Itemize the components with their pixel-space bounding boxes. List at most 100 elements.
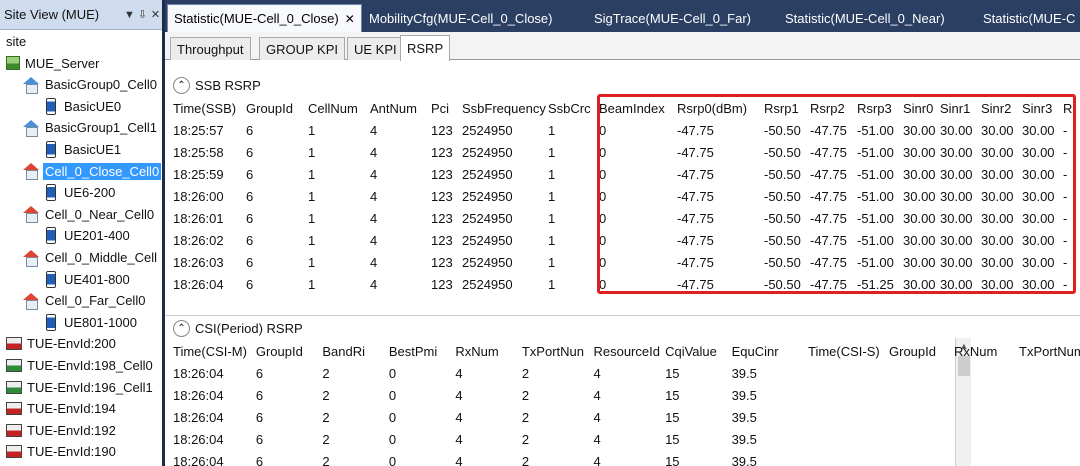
tab-sigtrace-far[interactable]: SigTrace(MUE-Cell_0_Far) xyxy=(588,4,757,32)
column-header[interactable]: TxPortNum xyxy=(1017,340,1080,362)
table-cell: 4 xyxy=(370,122,378,138)
tree-node[interactable]: Cell_0_Near_Cell0 xyxy=(22,204,156,225)
table-row[interactable]: 18:26:04 6 2 0 4 2 4 15 39.5 xyxy=(171,450,791,466)
tab-rsrp[interactable]: RSRP xyxy=(400,35,451,61)
column-header[interactable]: Rsrp3 xyxy=(855,97,901,119)
column-header[interactable]: BestPmi xyxy=(387,340,454,362)
table-row[interactable]: 18:26:02 6 1 4 123 2524950 1 0 -47.75 -50.50 -47.7… xyxy=(171,229,1080,251)
column-header[interactable]: GroupId xyxy=(244,97,306,119)
tree-node-label: UE201-400 xyxy=(64,228,130,244)
column-header[interactable]: Sinr1 xyxy=(938,97,979,119)
table-row[interactable]: 18:25:59 6 1 4 123 2524950 1 0 -47.75 -50.50 -47.7… xyxy=(171,163,1080,185)
column-header[interactable]: Rsrp0(dBm) xyxy=(675,97,762,119)
column-header[interactable]: RxNum xyxy=(453,340,520,362)
tab-mobilitycfg-close[interactable]: MobilityCfg(MUE-Cell_0_Close) xyxy=(363,4,559,32)
close-icon[interactable]: ✕ xyxy=(149,8,162,21)
tree-node[interactable]: TUE-EnvId:190 xyxy=(6,441,118,462)
tree-node[interactable]: Cell_0_Middle_Cell xyxy=(22,247,159,268)
column-header[interactable]: GroupId xyxy=(887,340,952,362)
table-cell: -47.75 xyxy=(810,276,847,292)
tree-node[interactable]: site xyxy=(4,31,28,52)
csi-section-title: CSI(Period) RSRP xyxy=(195,321,303,336)
column-header[interactable]: Sinr0 xyxy=(901,97,938,119)
table-row[interactable]: 18:26:04 6 2 0 4 2 4 15 39.5 xyxy=(171,428,791,450)
tab-group-kpi[interactable]: GROUP KPI xyxy=(259,37,346,60)
column-header[interactable]: R xyxy=(1061,97,1080,119)
tree-node-label: BasicGroup1_Cell1 xyxy=(45,120,158,136)
tree-node[interactable]: TUE-EnvId:196_Cell1 xyxy=(6,377,155,398)
tree-node[interactable]: BasicUE1 xyxy=(46,139,123,160)
tree-node[interactable]: Cell_0_Close_Cell0 xyxy=(22,161,162,182)
table-row[interactable]: 18:26:04 6 2 0 4 2 4 15 39.5 xyxy=(171,406,791,428)
table-row[interactable]: 18:26:00 6 1 4 123 2524950 1 0 -47.75 -50.50 -47.7… xyxy=(171,185,1080,207)
table-cell: -50.50 xyxy=(764,144,801,160)
table-row[interactable]: 18:26:04 6 1 4 123 2524950 1 0 -47.75 -50.50 -47.7… xyxy=(171,273,1080,295)
tree-node[interactable]: UE801-1000 xyxy=(46,312,139,333)
close-icon[interactable]: ✕ xyxy=(345,12,355,26)
tab-statistic-near[interactable]: Statistic(MUE-Cell_0_Near) xyxy=(779,4,951,32)
column-header[interactable]: SsbFrequency xyxy=(460,97,546,119)
column-header[interactable]: Time(SSB) xyxy=(171,97,244,119)
tree-node[interactable]: MUE_Server xyxy=(6,53,101,74)
column-header[interactable]: Sinr3 xyxy=(1020,97,1061,119)
column-header[interactable]: Pci xyxy=(429,97,460,119)
column-header[interactable]: TxPortNun xyxy=(520,340,592,362)
column-header[interactable]: CellNum xyxy=(306,97,368,119)
column-header[interactable]: BandRi xyxy=(320,340,387,362)
tree-node[interactable]: BasicUE0 xyxy=(46,96,123,117)
tree-node[interactable]: TUE-EnvId:198_Cell0 xyxy=(6,355,155,376)
table-cell: 1 xyxy=(308,254,316,270)
tree-node[interactable]: Cell_0_Far_Cell0 xyxy=(22,290,147,311)
column-header[interactable]: AntNum xyxy=(368,97,429,119)
app-window: Site View (MUE) ▼ ⇩ ✕ site MUE_Server Basi… xyxy=(0,0,1080,466)
table-row[interactable]: 18:26:01 6 1 4 123 2524950 1 0 -47.75 -50.50 -47.7… xyxy=(171,207,1080,229)
tree-node[interactable]: TUE-EnvId:200 xyxy=(6,333,118,354)
table-row[interactable]: 18:25:57 6 1 4 123 2524950 1 0 -47.75 -50.50 -47.7… xyxy=(171,119,1080,141)
column-header[interactable]: SsbCrc xyxy=(546,97,597,119)
table-cell: 1 xyxy=(548,254,556,270)
table-cell: -47.75 xyxy=(810,122,847,138)
collapse-icon[interactable]: ⌃ xyxy=(173,320,190,337)
tree-node[interactable]: BasicGroup1_Cell1 xyxy=(22,117,159,138)
column-header[interactable]: Time(CSI-S) xyxy=(806,340,887,362)
column-header[interactable]: EquCinr xyxy=(730,340,791,362)
column-header[interactable]: Rsrp1 xyxy=(762,97,808,119)
column-header[interactable]: Rsrp2 xyxy=(808,97,855,119)
column-header[interactable]: BeamIndex xyxy=(597,97,675,119)
table-cell: 1 xyxy=(548,122,556,138)
tab-statistic-partial[interactable]: Statistic(MUE-C xyxy=(977,4,1080,32)
table-row[interactable]: 18:26:04 6 2 0 4 2 4 15 39.5 xyxy=(171,362,791,384)
column-header[interactable]: Time(CSI-M) xyxy=(171,340,254,362)
table-cell: 1 xyxy=(308,188,316,204)
tree-node[interactable]: TUE-EnvId:194 xyxy=(6,398,118,419)
tab-label: Statistic(MUE-Cell_0_Close) xyxy=(174,11,339,26)
column-header[interactable]: RxNum xyxy=(952,340,1017,362)
column-header[interactable]: CqiValue xyxy=(663,340,730,362)
tree-node[interactable]: UE201-400 xyxy=(46,225,132,246)
column-header[interactable]: Sinr2 xyxy=(979,97,1020,119)
table-cell: 2 xyxy=(521,387,530,403)
tab-statistic-close[interactable]: Statistic(MUE-Cell_0_Close) ✕ xyxy=(167,4,362,32)
table-row[interactable]: 18:26:04 6 2 0 4 2 4 15 39.5 xyxy=(171,384,791,406)
tree-node[interactable]: BasicGroup0_Cell0 xyxy=(22,74,159,95)
table-cell: 18:26:04 xyxy=(173,365,224,381)
table-cell: 30.00 xyxy=(981,232,1014,248)
tree-node-label: Cell_0_Middle_Cell xyxy=(45,250,158,265)
tab-ue-kpi[interactable]: UE KPI xyxy=(347,37,404,60)
dropdown-icon[interactable]: ▼ xyxy=(123,9,136,21)
table-cell: 0 xyxy=(599,188,607,204)
tree-node[interactable]: UE401-800 xyxy=(46,269,132,290)
table-row[interactable]: 18:25:58 6 1 4 123 2524950 1 0 -47.75 -50.50 -47.7… xyxy=(171,141,1080,163)
table-row[interactable]: 18:26:03 6 1 4 123 2524950 1 0 -47.75 -50.50 -47.7… xyxy=(171,251,1080,273)
home-blue-icon xyxy=(22,76,40,94)
collapse-icon[interactable]: ⌃ xyxy=(173,77,190,94)
column-header[interactable]: ResourceId xyxy=(591,340,663,362)
tree-node[interactable]: TUE-EnvId:192 xyxy=(6,420,118,441)
table-cell: 2 xyxy=(521,453,530,466)
pin-icon[interactable]: ⇩ xyxy=(136,8,149,21)
tab-throughput[interactable]: Throughput xyxy=(170,37,251,60)
tree-node[interactable]: UE6-200 xyxy=(46,182,117,203)
column-header[interactable]: GroupId xyxy=(254,340,321,362)
table-cell: 30.00 xyxy=(1022,276,1055,292)
tree-node-label: BasicUE1 xyxy=(64,142,122,157)
